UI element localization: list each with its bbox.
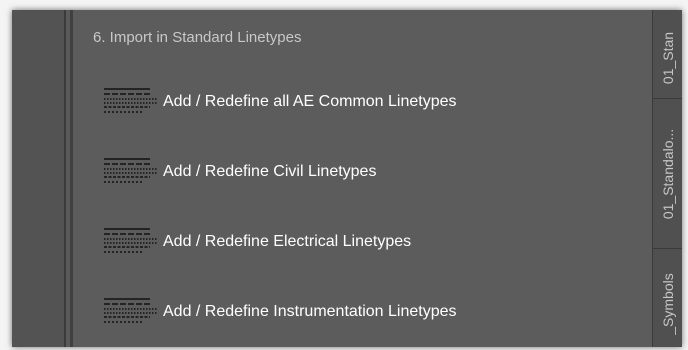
- linetype-icon: [104, 298, 157, 323]
- linetype-icon: [104, 228, 157, 253]
- linetype-icon: [104, 88, 157, 113]
- tab-01-stan[interactable]: 01_Stan: [653, 10, 682, 99]
- tool-item-civil-linetypes[interactable]: Add / Redefine Civil Linetypes: [103, 152, 376, 192]
- palette-tab-strip: 01_Stan 01_Standalo... _Symbols: [652, 10, 682, 347]
- linetype-icon: [104, 158, 157, 183]
- palette-content: 6. Import in Standard Linetypes Add / Re…: [73, 10, 652, 347]
- section-title: 6. Import in Standard Linetypes: [93, 29, 302, 46]
- tab-label: 01_Standalo...: [660, 128, 676, 219]
- tool-item-instrumentation-linetypes[interactable]: Add / Redefine Instrumentation Linetypes: [103, 292, 457, 332]
- tab-label: _Symbols: [660, 273, 676, 335]
- tool-item-label: Add / Redefine all AE Common Linetypes: [163, 93, 457, 110]
- window-frame: 6. Import in Standard Linetypes Add / Re…: [0, 0, 688, 350]
- tool-item-ae-common-linetypes[interactable]: Add / Redefine all AE Common Linetypes: [103, 82, 457, 122]
- tab-symbols[interactable]: _Symbols: [653, 249, 682, 347]
- tool-item-electrical-linetypes[interactable]: Add / Redefine Electrical Linetypes: [103, 222, 411, 262]
- divider: [64, 10, 66, 347]
- tool-item-label: Add / Redefine Civil Linetypes: [163, 163, 377, 180]
- palette-left-strip: [12, 10, 64, 347]
- tool-item-label: Add / Redefine Instrumentation Linetypes: [163, 303, 457, 320]
- tab-01-standalone[interactable]: 01_Standalo...: [653, 99, 682, 249]
- tab-label: 01_Stan: [660, 31, 676, 85]
- tool-palette: 6. Import in Standard Linetypes Add / Re…: [12, 10, 682, 347]
- tool-item-label: Add / Redefine Electrical Linetypes: [163, 233, 412, 250]
